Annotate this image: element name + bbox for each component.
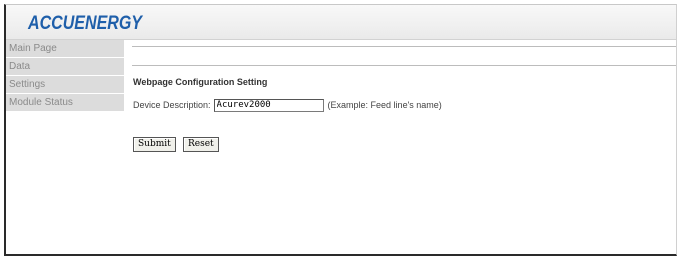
browser-frame: ACCUENERGY Main Page Data Settings Modul…	[4, 4, 677, 256]
device-description-label: Device Description:	[133, 100, 211, 110]
logo-text: ACCUENERGY	[27, 13, 144, 34]
sidebar-nav: Main Page Data Settings Module Status	[6, 40, 124, 112]
section-title: Webpage Configuration Setting	[133, 77, 268, 87]
sidebar-item-module-status[interactable]: Module Status	[6, 94, 124, 112]
accuenergy-logo: ACCUENERGY	[26, 9, 146, 35]
header-bar: ACCUENERGY	[6, 5, 676, 40]
device-description-hint: (Example: Feed line's name)	[327, 100, 442, 110]
reset-button[interactable]: Reset	[183, 137, 219, 152]
sidebar-item-settings[interactable]: Settings	[6, 76, 124, 94]
sidebar-item-data[interactable]: Data	[6, 58, 124, 76]
device-description-row: Device Description: (Example: Feed line'…	[133, 97, 442, 113]
submit-button[interactable]: Submit	[133, 137, 176, 152]
section-divider	[132, 65, 676, 66]
main-content: Webpage Configuration Setting Device Des…	[132, 40, 676, 254]
top-divider	[132, 46, 676, 47]
device-description-input[interactable]	[213, 98, 324, 112]
sidebar-item-main-page[interactable]: Main Page	[6, 40, 124, 58]
